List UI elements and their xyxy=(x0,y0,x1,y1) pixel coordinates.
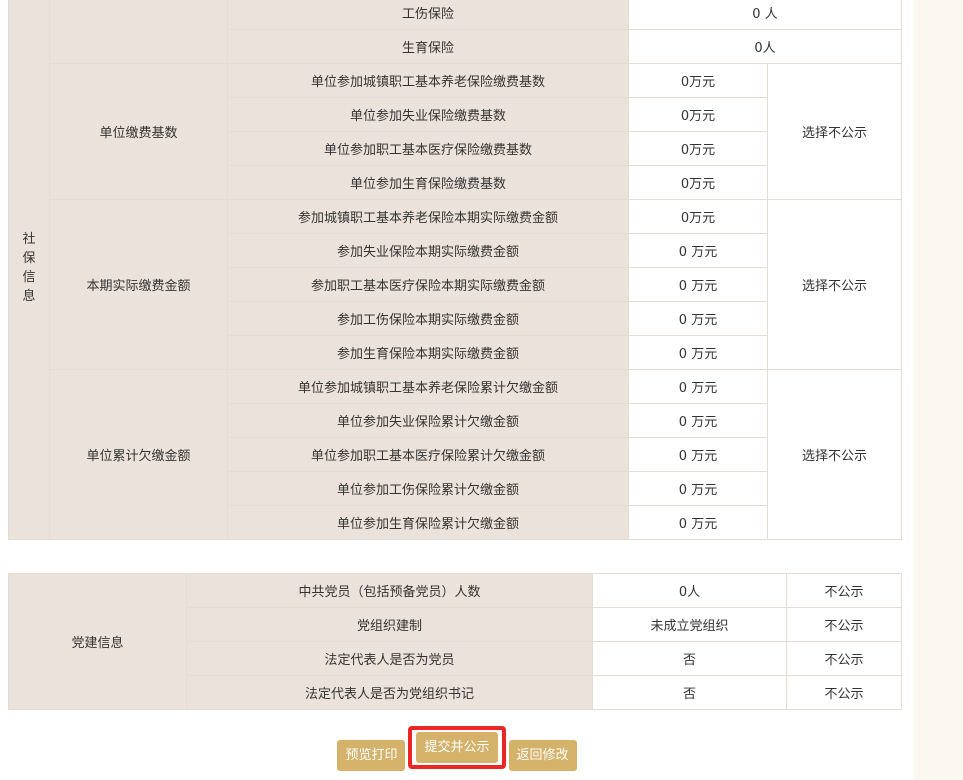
row-value: 0万元 xyxy=(629,98,768,132)
table-row: 党建信息 中共党员（包括预备党员）人数 0人 不公示 xyxy=(9,574,902,608)
row-label: 单位参加城镇职工基本养老保险累计欠缴金额 xyxy=(228,370,629,404)
back-edit-button[interactable]: 返回修改 xyxy=(509,740,577,771)
row-value: 0 万元 xyxy=(629,404,768,438)
highlight-box: 提交并公示 xyxy=(408,726,505,769)
row-label: 中共党员（包括预备党员）人数 xyxy=(187,574,593,608)
row-value: 0 万元 xyxy=(629,438,768,472)
row-label: 单位参加失业保险累计欠缴金额 xyxy=(228,404,629,438)
row-label: 参加失业保险本期实际缴费金额 xyxy=(228,234,629,268)
row-value: 0人 xyxy=(629,30,902,64)
row-label: 参加职工基本医疗保险本期实际缴费金额 xyxy=(228,268,629,302)
row-value: 0万元 xyxy=(629,200,768,234)
row-value: 0人 xyxy=(593,574,787,608)
row-value: 0 万元 xyxy=(629,302,768,336)
disclosure-status: 不公示 xyxy=(787,574,902,608)
disclosure-status: 选择不公示 xyxy=(768,64,902,200)
row-label: 参加生育保险本期实际缴费金额 xyxy=(228,336,629,370)
row-label: 单位参加城镇职工基本养老保险缴费基数 xyxy=(228,64,629,98)
preview-print-button[interactable]: 预览打印 xyxy=(337,740,405,771)
submit-publish-button[interactable]: 提交并公示 xyxy=(416,732,497,763)
row-value: 0 万元 xyxy=(629,234,768,268)
table-row: 社保信息 工伤保险 0 人 xyxy=(9,0,902,30)
table-row: 单位缴费基数 单位参加城镇职工基本养老保险缴费基数 0万元 选择不公示 xyxy=(9,64,902,98)
table-row: 单位累计欠缴金额 单位参加城镇职工基本养老保险累计欠缴金额 0 万元 选择不公示 xyxy=(9,370,902,404)
row-label: 单位参加职工基本医疗保险缴费基数 xyxy=(228,132,629,166)
row-label: 单位参加生育保险缴费基数 xyxy=(228,166,629,200)
row-value: 0 人 xyxy=(629,0,902,30)
row-label: 单位参加职工基本医疗保险累计欠缴金额 xyxy=(228,438,629,472)
row-label: 参加工伤保险本期实际缴费金额 xyxy=(228,302,629,336)
row-value: 0 万元 xyxy=(629,472,768,506)
row-value: 0万元 xyxy=(629,166,768,200)
disclosure-status: 不公示 xyxy=(787,676,902,710)
row-value: 未成立党组织 xyxy=(593,608,787,642)
row-value: 否 xyxy=(593,642,787,676)
party-section-label: 党建信息 xyxy=(9,574,187,710)
row-label: 单位参加工伤保险累计欠缴金额 xyxy=(228,472,629,506)
disclosure-status: 不公示 xyxy=(787,608,902,642)
group-label: 单位缴费基数 xyxy=(50,64,228,200)
disclosure-status: 不公示 xyxy=(787,642,902,676)
row-label: 法定代表人是否为党组织书记 xyxy=(187,676,593,710)
row-label: 单位参加失业保险缴费基数 xyxy=(228,98,629,132)
insured-group-label xyxy=(50,0,228,64)
row-value: 0万元 xyxy=(629,64,768,98)
row-label: 参加城镇职工基本养老保险本期实际缴费金额 xyxy=(228,200,629,234)
row-value: 0 万元 xyxy=(629,268,768,302)
social-security-table: 社保信息 工伤保险 0 人 生育保险 0人 单位缴费基数 单位参加城镇职工基本养… xyxy=(8,0,902,540)
row-label: 党组织建制 xyxy=(187,608,593,642)
action-bar: 预览打印提交并公示返回修改 xyxy=(0,740,914,771)
group-label: 单位累计欠缴金额 xyxy=(50,370,228,540)
group-label: 本期实际缴费金额 xyxy=(50,200,228,370)
right-side-panel xyxy=(914,0,963,780)
disclosure-status: 选择不公示 xyxy=(768,370,902,540)
row-label: 工伤保险 xyxy=(228,0,629,30)
row-label: 单位参加生育保险累计欠缴金额 xyxy=(228,506,629,540)
row-label: 法定代表人是否为党员 xyxy=(187,642,593,676)
row-value: 否 xyxy=(593,676,787,710)
social-section-label: 社保信息 xyxy=(9,0,50,540)
table-row: 本期实际缴费金额 参加城镇职工基本养老保险本期实际缴费金额 0万元 选择不公示 xyxy=(9,200,902,234)
row-value: 0 万元 xyxy=(629,370,768,404)
row-value: 0 万元 xyxy=(629,336,768,370)
row-value: 0 万元 xyxy=(629,506,768,540)
disclosure-status: 选择不公示 xyxy=(768,200,902,370)
party-building-table: 党建信息 中共党员（包括预备党员）人数 0人 不公示 党组织建制 未成立党组织 … xyxy=(8,573,902,710)
row-label: 生育保险 xyxy=(228,30,629,64)
row-value: 0万元 xyxy=(629,132,768,166)
